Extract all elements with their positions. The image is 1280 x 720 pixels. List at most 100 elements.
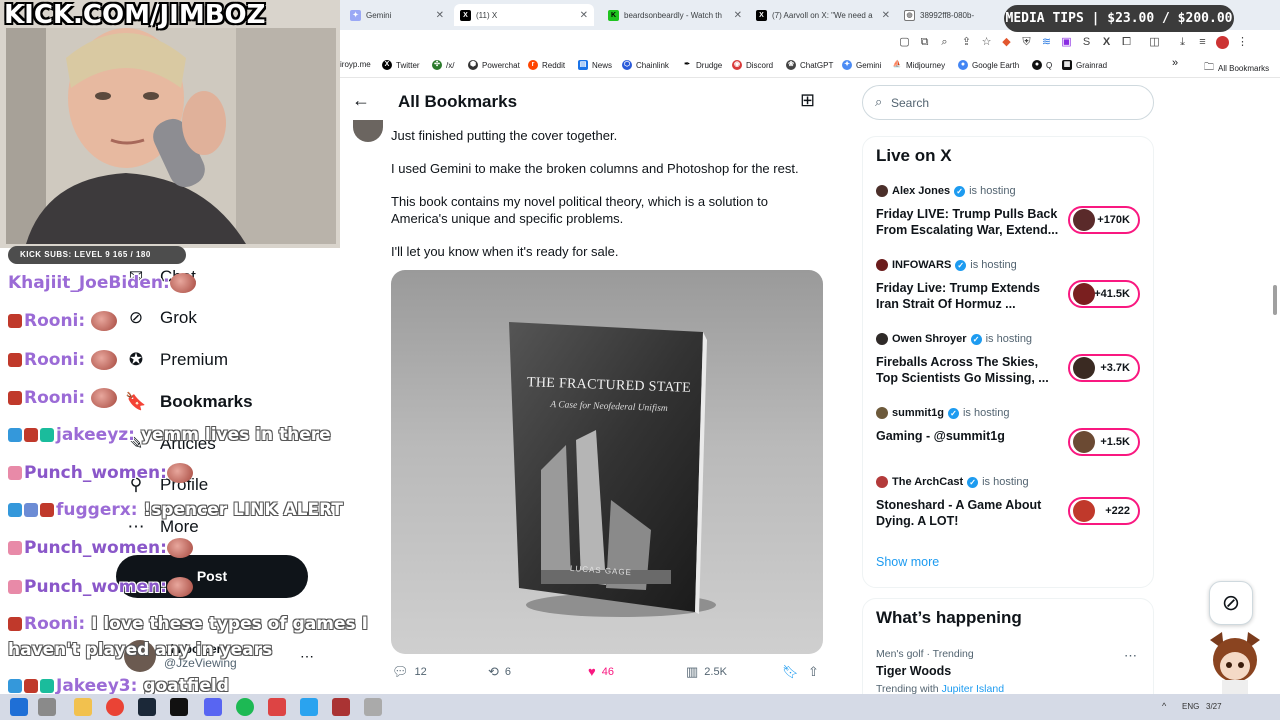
live-host[interactable]: Alex Jones ✓ is hosting xyxy=(876,185,1016,197)
tab-beardsonbeardly[interactable]: K beardsonbeardly - Watch th ✕ xyxy=(602,4,748,26)
chrome-icon[interactable] xyxy=(106,698,124,716)
bookmark-reddit[interactable]: r Reddit xyxy=(528,60,565,70)
zoom-icon[interactable]: ⌕ xyxy=(938,36,951,49)
close-icon[interactable]: ✕ xyxy=(580,10,588,21)
live-host[interactable]: The ArchCast ✓ is hosting xyxy=(876,476,1029,488)
telegram-icon[interactable] xyxy=(300,698,318,716)
nav-bookmarks[interactable]: 🔖 Bookmarks xyxy=(125,387,252,417)
windows-start-icon[interactable] xyxy=(10,698,28,716)
page-scrollbar[interactable] xyxy=(1273,285,1277,315)
grok-float-button[interactable]: ⊘ xyxy=(1209,581,1253,625)
repost-button[interactable]: ⟲ 6 xyxy=(488,664,511,680)
tab-aarvoll[interactable]: X (7) Aarvoll on X: "We need a ✕ xyxy=(750,4,896,26)
emote-icon xyxy=(91,311,118,331)
like-button[interactable]: ♥ 46 xyxy=(588,664,614,679)
bookmark-powerchat[interactable]: ⬢ Powerchat xyxy=(468,60,520,70)
profile-avatar-icon[interactable] xyxy=(1216,36,1229,49)
live-title[interactable]: Fireballs Across The Skies, Top Scientis… xyxy=(876,354,1060,386)
x-extension-icon[interactable]: X xyxy=(1100,36,1113,49)
trend-name[interactable]: Tiger Woods xyxy=(876,664,951,678)
extension-s-icon[interactable]: S xyxy=(1080,36,1093,49)
live-listener-count[interactable]: +1.5K xyxy=(1068,428,1140,456)
bookmark-chatgpt[interactable]: ❀ ChatGPT xyxy=(786,60,833,70)
wave-icon[interactable]: ≋ xyxy=(1040,36,1053,49)
bookmarks-overflow-button[interactable]: » xyxy=(1172,57,1178,69)
all-bookmarks-folder[interactable]: 🗀 All Bookmarks xyxy=(1204,60,1269,77)
terminal-icon[interactable] xyxy=(170,698,188,716)
kebab-menu-icon[interactable]: ⋮ xyxy=(1236,36,1249,49)
bookmark-twitter[interactable]: X Twitter xyxy=(382,60,420,70)
live-title[interactable]: Gaming - @summit1g xyxy=(876,428,1060,444)
download-icon[interactable]: ⤓ xyxy=(1176,36,1189,49)
screenshot-icon[interactable]: ▢ xyxy=(898,36,911,49)
app-icon[interactable] xyxy=(332,698,350,716)
live-listener-count[interactable]: +3.7K xyxy=(1068,354,1140,382)
bookmark-grainrad[interactable]: ▦ Grainrad xyxy=(1062,60,1107,70)
live-title[interactable]: Friday Live: Trump Extends Iran Strait O… xyxy=(876,280,1060,312)
language-indicator[interactable]: ENG xyxy=(1182,702,1199,711)
bookmark-iroyp[interactable]: iroyp.me xyxy=(340,60,371,69)
nav-grok[interactable]: ⊘ Grok xyxy=(126,303,197,333)
show-more-link[interactable]: Show more xyxy=(876,555,939,569)
live-listener-count[interactable]: +222 xyxy=(1068,497,1140,525)
sidebar-icon[interactable]: ◫ xyxy=(1148,36,1161,49)
share-icon[interactable]: ⇪ xyxy=(960,36,973,49)
live-host[interactable]: INFOWARS ✓ is hosting xyxy=(876,259,1017,271)
bookmark-x-board[interactable]: ✣ /x/ xyxy=(432,60,454,70)
bookmark-news[interactable]: ▤ News xyxy=(578,60,612,70)
extension-a-icon[interactable]: ▣ xyxy=(1060,36,1073,49)
live-title[interactable]: Friday LIVE: Trump Pulls Back From Escal… xyxy=(876,206,1060,238)
app-icon[interactable] xyxy=(364,698,382,716)
post-image[interactable]: THE FRACTURED STATE A Case for Neofedera… xyxy=(391,270,823,654)
back-arrow-icon[interactable]: ← xyxy=(352,90,370,111)
add-bookmark-folder-icon[interactable]: ⊞ xyxy=(800,90,815,111)
live-host[interactable]: Owen Shroyer ✓ is hosting xyxy=(876,333,1032,345)
puzzle-icon[interactable]: ⧠ xyxy=(1120,36,1133,49)
steam-icon[interactable] xyxy=(138,698,156,716)
menu-lines-icon[interactable]: ≡ xyxy=(1196,36,1209,49)
host-name: INFOWARS xyxy=(892,259,952,271)
reply-button[interactable]: 💬︎ 12 xyxy=(392,664,427,680)
close-icon[interactable]: ✕ xyxy=(882,10,890,21)
tray-chevron-icon[interactable]: ^ xyxy=(1162,701,1166,711)
bookmark-gemini[interactable]: ✦ Gemini xyxy=(842,60,881,70)
bookmark-label: All Bookmarks xyxy=(1218,64,1270,73)
nav-label: More xyxy=(160,517,199,536)
shield-icon[interactable]: ⛨ xyxy=(1020,36,1033,49)
nav-premium[interactable]: ✪ Premium xyxy=(126,345,228,375)
clock[interactable]: 3/27 xyxy=(1206,702,1222,711)
task-view-icon[interactable] xyxy=(38,698,56,716)
close-icon[interactable]: ✕ xyxy=(436,10,444,21)
views-button[interactable]: ▥ 2.5K xyxy=(686,664,727,680)
app-icon[interactable] xyxy=(268,698,286,716)
share-button[interactable]: ⇧ xyxy=(808,664,819,680)
bookmark-chainlink[interactable]: ⬡ Chainlink xyxy=(622,60,669,70)
bookmark-drudge[interactable]: ✒ Drudge xyxy=(682,60,722,70)
live-listener-count[interactable]: +41.5K xyxy=(1068,280,1140,308)
bookmark-google-earth[interactable]: ● Google Earth xyxy=(958,60,1019,70)
browser-toolbar: ▢ ⧉ ⌕ ⇪ ☆ ◆ ⛨ ≋ ▣ S X ⧠ ◫ ⤓ ≡ ⋮ xyxy=(340,30,1280,56)
tab-file[interactable]: ◍ 38992ff8-080b- xyxy=(898,4,1010,26)
star-icon[interactable]: ☆ xyxy=(980,36,993,49)
cast-icon[interactable]: ⧉ xyxy=(918,36,931,49)
author-avatar[interactable] xyxy=(353,120,383,142)
search-input[interactable]: ⌕ Search xyxy=(862,85,1154,120)
chat-username: Punch_women: xyxy=(24,538,167,558)
bookmark-q[interactable]: ● Q xyxy=(1032,60,1052,70)
bookmark-button[interactable]: 🔖︎ xyxy=(782,664,799,680)
tab-x[interactable]: X (11) X ✕ xyxy=(454,4,594,26)
account-menu-icon[interactable]: ⋯ xyxy=(300,648,314,665)
live-listener-count[interactable]: +170K xyxy=(1068,206,1140,234)
discord-icon[interactable] xyxy=(204,698,222,716)
bookmark-discord[interactable]: ◉ Discord xyxy=(732,60,773,70)
trend-more-icon[interactable]: ⋯ xyxy=(1124,648,1137,664)
spotify-icon[interactable] xyxy=(236,698,254,716)
live-title[interactable]: Stoneshard - A Game About Dying. A LOT! xyxy=(876,497,1060,529)
tab-gemini[interactable]: ✦ Gemini ✕ xyxy=(344,4,450,26)
file-explorer-icon[interactable] xyxy=(74,698,92,716)
bookmark-midjourney[interactable]: ⛵ Midjourney xyxy=(892,60,945,70)
close-icon[interactable]: ✕ xyxy=(734,10,742,21)
live-host[interactable]: summit1g ✓ is hosting xyxy=(876,407,1009,419)
host-status: is hosting xyxy=(969,185,1016,197)
metamask-icon[interactable]: ◆ xyxy=(1000,36,1013,49)
